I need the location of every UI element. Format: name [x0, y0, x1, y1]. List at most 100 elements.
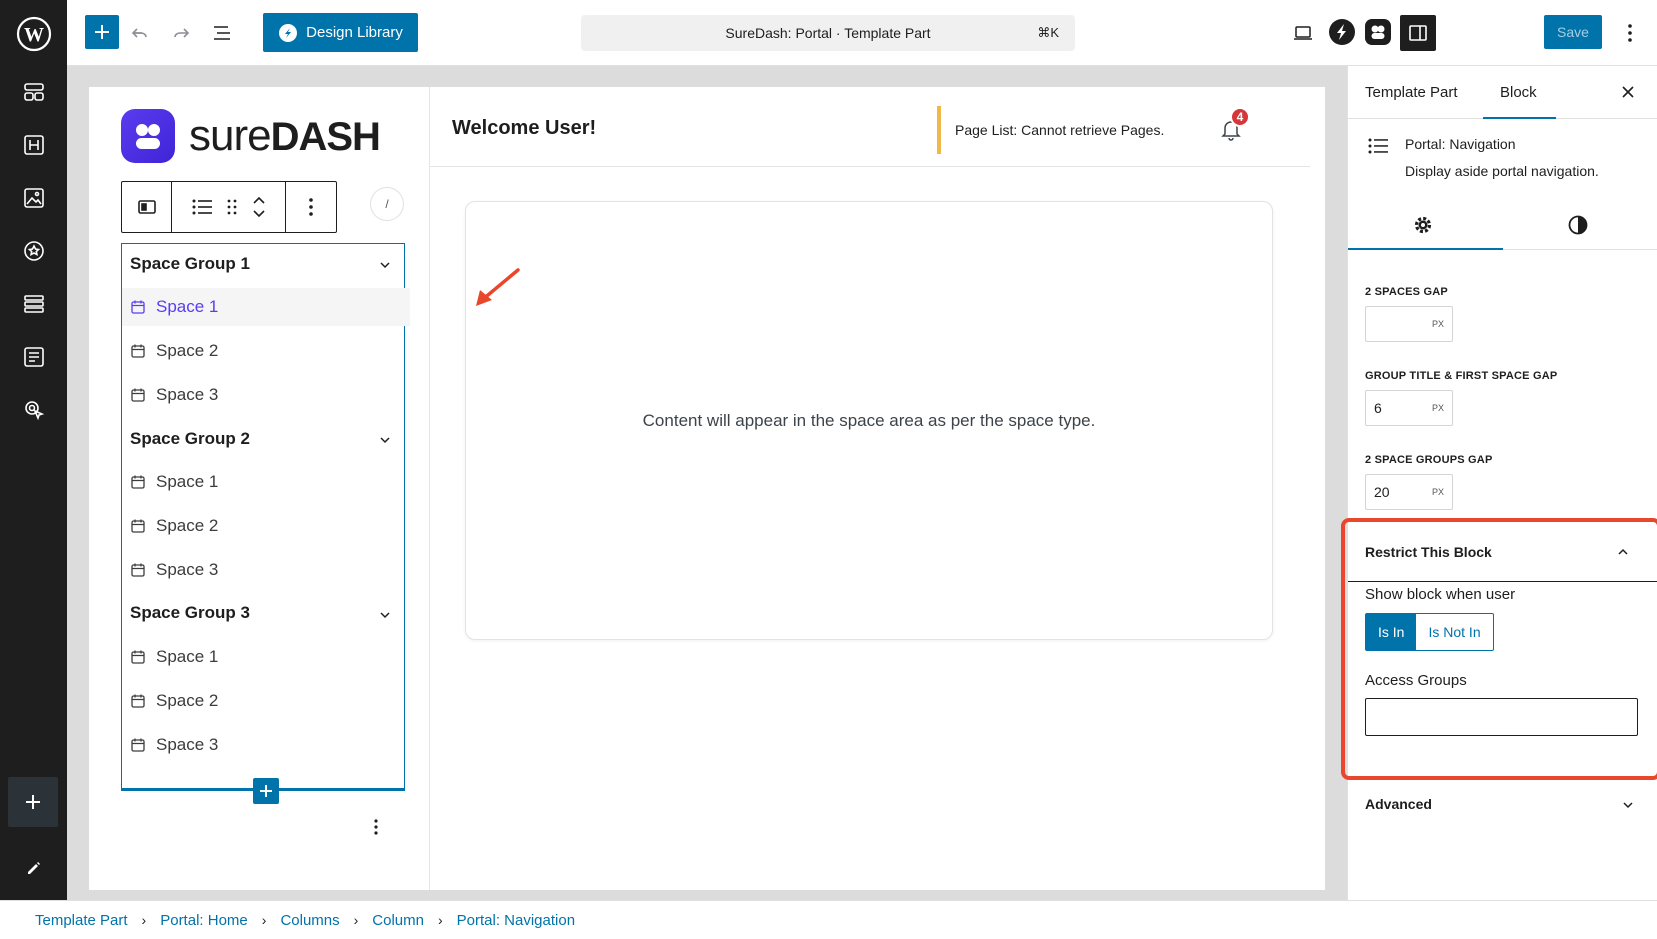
groups-gap-input[interactable]: 20 PX [1365, 474, 1453, 510]
groups-gap-label: 2 SPACE GROUPS GAP [1365, 454, 1493, 466]
annotation-arrow-icon [476, 268, 520, 306]
breadcrumb-item[interactable]: Columns [280, 912, 339, 929]
settings-tabs: Template Part Block [1348, 66, 1657, 119]
block-description: Display aside portal navigation. [1405, 163, 1599, 179]
wp-admin-rail: W [0, 0, 67, 939]
space-item[interactable]: Space 1 [122, 638, 404, 676]
access-groups-input[interactable] [1365, 698, 1638, 736]
calendar-icon [131, 519, 145, 533]
breadcrumb-item[interactable]: Template Part [35, 912, 128, 929]
portal-template-frame: sureDASH / Space Group 1 Space 1 Space 2… [89, 87, 1325, 890]
wordpress-logo-icon[interactable]: W [16, 16, 52, 52]
chevron-down-icon[interactable] [378, 433, 392, 447]
desktop-preview-icon[interactable] [1289, 19, 1317, 47]
heading-icon[interactable] [20, 131, 48, 159]
slash-command-button[interactable]: / [370, 187, 404, 221]
calendar-icon [131, 300, 145, 314]
append-block-button[interactable] [253, 778, 279, 804]
save-button[interactable]: Save [1544, 15, 1602, 49]
command-palette-button[interactable]: SureDash: Portal · Template Part ⌘K [581, 15, 1075, 51]
restrict-block-panel-toggle[interactable]: Restrict This Block [1365, 544, 1492, 560]
chevron-down-icon[interactable] [378, 258, 392, 272]
block-settings-sidebar: Template Part Block Portal: Navigation D… [1341, 66, 1657, 900]
chevron-down-icon[interactable] [378, 608, 392, 622]
title-gap-input[interactable]: 6 PX [1365, 390, 1453, 426]
space-item[interactable]: Space 1 [122, 463, 404, 501]
shortcut-hint: ⌘K [1037, 25, 1059, 40]
aside-options-kebab-icon[interactable] [374, 819, 378, 840]
access-groups-label: Access Groups [1365, 672, 1467, 689]
advanced-panel-toggle[interactable]: Advanced [1365, 796, 1432, 812]
block-options-icon[interactable] [286, 182, 336, 232]
is-in-button[interactable]: Is In [1366, 614, 1417, 650]
portal-navigation-block[interactable]: Space Group 1 Space 1 Space 2 Space 3 Sp… [121, 243, 410, 804]
styles-contrast-icon[interactable] [1567, 214, 1589, 241]
space-item[interactable]: Space 2 [122, 682, 404, 720]
space-item[interactable]: Space 2 [122, 332, 404, 370]
form-icon[interactable] [20, 343, 48, 371]
spaces-gap-input[interactable]: PX [1365, 306, 1453, 342]
block-inserter-button[interactable] [85, 15, 119, 49]
add-new-icon[interactable] [8, 777, 58, 827]
tab-block[interactable]: Block [1500, 84, 1537, 101]
settings-sidebar-toggle-icon[interactable] [1400, 15, 1436, 51]
portal-aside-column[interactable]: sureDASH / Space Group 1 Space 1 Space 2… [89, 87, 430, 890]
editor-canvas: sureDASH / Space Group 1 Space 1 Space 2… [67, 66, 1347, 900]
content-placeholder-text: Content will appear in the space area as… [642, 410, 1096, 430]
cursor-click-icon[interactable] [20, 396, 48, 424]
is-not-in-button[interactable]: Is Not In [1416, 614, 1492, 650]
title-gap-label: GROUP TITLE & FIRST SPACE GAP [1365, 370, 1558, 382]
undo-icon[interactable] [127, 20, 153, 46]
calendar-icon [131, 694, 145, 708]
design-library-button[interactable]: Design Library [263, 13, 418, 52]
calendar-icon [131, 344, 145, 358]
space-item[interactable]: Space 3 [122, 726, 404, 764]
editor-top-toolbar: Design Library SureDash: Portal · Templa… [67, 0, 1657, 66]
block-type-icon[interactable] [122, 182, 172, 232]
badge-icon[interactable] [20, 237, 48, 265]
space-item[interactable]: Space 2 [122, 507, 404, 545]
space-group-title[interactable]: Space Group 2 [130, 429, 250, 449]
list-view-icon[interactable] [191, 197, 213, 217]
chevron-right-icon: › [437, 912, 443, 928]
chevron-right-icon: › [353, 912, 359, 928]
gear-icon[interactable] [1412, 214, 1434, 241]
layout-icon[interactable] [20, 290, 48, 318]
space-item[interactable]: Space 3 [122, 551, 404, 589]
document-overview-icon[interactable] [209, 20, 235, 46]
settings-style-tabs [1348, 200, 1657, 250]
breadcrumb-item[interactable]: Column [372, 912, 424, 929]
tab-template-part[interactable]: Template Part [1365, 84, 1458, 101]
breadcrumb-item[interactable]: Portal: Home [160, 912, 248, 929]
drag-handle-icon[interactable] [227, 198, 237, 216]
portal-header: Welcome User! Page List: Cannot retrieve… [430, 87, 1310, 167]
list-icon [1368, 138, 1388, 154]
space-group-title[interactable]: Space Group 3 [130, 603, 250, 623]
patterns-icon[interactable] [20, 78, 48, 106]
calendar-icon [131, 475, 145, 489]
portal-main-column[interactable]: Welcome User! Page List: Cannot retrieve… [430, 87, 1310, 890]
options-kebab-icon[interactable] [1620, 19, 1640, 47]
spectra-settings-icon[interactable] [1327, 17, 1357, 47]
pencil-icon[interactable] [20, 854, 48, 882]
chevron-down-icon[interactable] [1621, 798, 1635, 817]
move-up-down-icon[interactable] [251, 193, 267, 221]
suredash-logo-mark-icon [121, 109, 175, 163]
space-group-title[interactable]: Space Group 1 [130, 254, 250, 274]
svg-text:W: W [24, 24, 44, 46]
panel-divider [1348, 581, 1657, 582]
content-placeholder-card: Content will appear in the space area as… [465, 201, 1273, 640]
media-icon[interactable] [20, 184, 48, 212]
show-block-when-label: Show block when user [1365, 586, 1516, 603]
suredash-logo[interactable]: sureDASH [121, 109, 381, 163]
redo-icon[interactable] [168, 20, 194, 46]
suredash-settings-icon[interactable] [1363, 17, 1393, 47]
notification-count-badge: 4 [1230, 107, 1250, 127]
space-item[interactable]: Space 3 [122, 376, 404, 414]
breadcrumb-item[interactable]: Portal: Navigation [457, 912, 575, 929]
space-item[interactable]: Space 1 [122, 288, 410, 326]
close-icon[interactable] [1620, 84, 1636, 105]
calendar-icon [131, 563, 145, 577]
chevron-up-icon[interactable] [1616, 545, 1630, 564]
welcome-heading: Welcome User! [452, 117, 597, 139]
